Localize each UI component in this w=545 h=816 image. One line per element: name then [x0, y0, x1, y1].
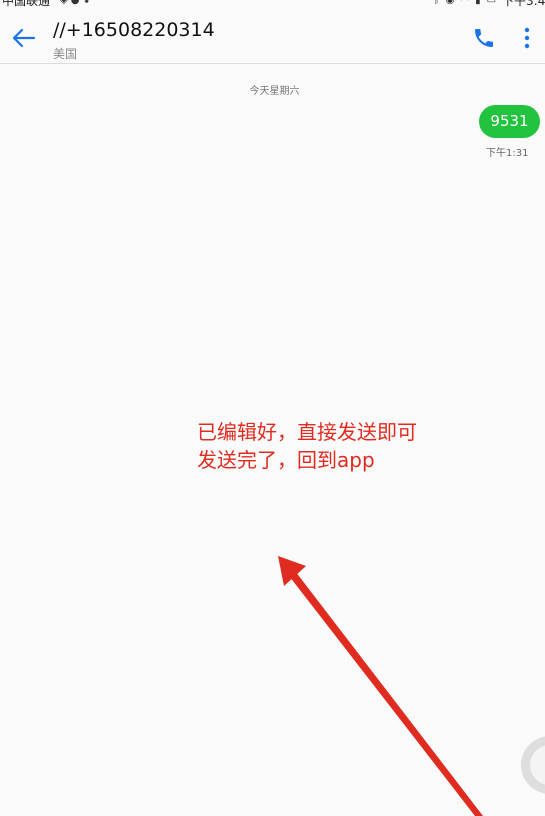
annotation-text: 已编辑好，直接发送即可 发送完了，回到app — [197, 418, 417, 474]
arrow-left-icon[interactable] — [8, 23, 38, 53]
carrier-label: 中国联通 — [2, 0, 51, 8]
clock-label: 下午3:40 — [502, 0, 545, 8]
outgoing-message-bubble[interactable]: 9531 — [479, 105, 540, 138]
chat-icon: ● — [70, 0, 80, 6]
status-bar-left: 中国联通 ⁵ ◈ ● ⬇ — [2, 0, 91, 9]
status-bar-right: ᛒ ◉ ◠ ▮ ▭ 下午3:40 — [434, 0, 545, 9]
app-bar: //+16508220314 美国 — [0, 9, 545, 64]
shield-icon: ◈ — [60, 0, 68, 6]
more-vertical-icon[interactable] — [516, 26, 538, 50]
annotation-line-2: 发送完了，回到app — [197, 448, 375, 472]
battery-icon: ▭ — [486, 0, 497, 6]
floating-assist-inner — [530, 745, 545, 785]
messaging-screen: 中国联通 ⁵ ◈ ● ⬇ ᛒ ◉ ◠ ▮ ▭ 下午3:40 //+1650822… — [0, 0, 545, 816]
floating-assist-button[interactable] — [521, 736, 545, 794]
signal-icon: ⁵ — [53, 0, 58, 6]
bluetooth-icon: ᛒ — [433, 0, 440, 6]
contact-location: 美国 — [53, 47, 78, 61]
cell-signal-icon: ▮ — [475, 0, 481, 6]
download-icon: ⬇ — [82, 0, 91, 6]
contact-number: //+16508220314 — [53, 19, 215, 41]
annotation-line-1: 已编辑好，直接发送即可 — [197, 420, 417, 444]
wifi-icon: ◠ — [460, 0, 470, 6]
status-bar: 中国联通 ⁵ ◈ ● ⬇ ᛒ ◉ ◠ ▮ ▭ 下午3:40 — [0, 0, 545, 9]
date-divider: 今天星期六 — [249, 86, 300, 97]
eye-icon: ◉ — [445, 0, 455, 6]
annotation-arrow-icon — [278, 556, 483, 816]
phone-icon[interactable] — [472, 26, 496, 50]
message-timestamp: 下午1:31 — [486, 148, 529, 159]
